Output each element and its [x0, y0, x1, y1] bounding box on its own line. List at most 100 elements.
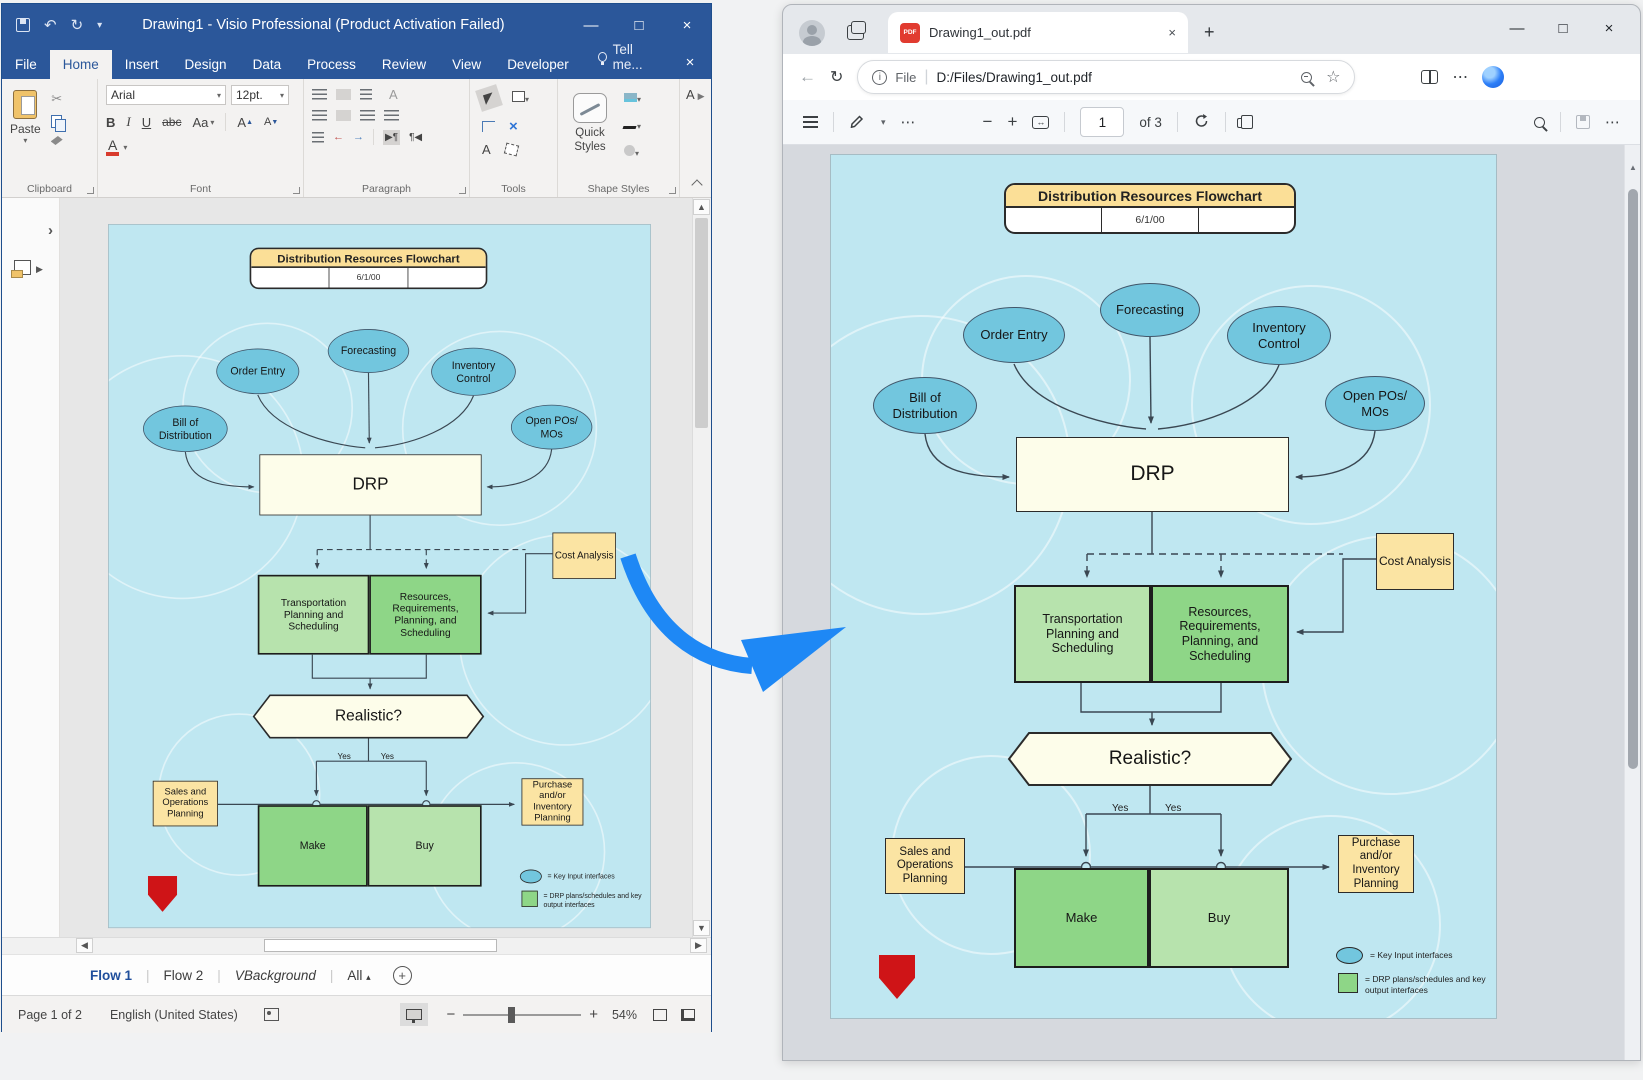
status-page-indicator[interactable]: Page 1 of 2 [18, 1008, 82, 1022]
node-make[interactable]: Make [258, 805, 368, 886]
status-language[interactable]: English (United States) [110, 1008, 238, 1022]
undo-icon[interactable]: ↶ [44, 16, 57, 34]
profile-avatar[interactable] [799, 20, 825, 46]
node-forecasting[interactable]: Forecasting [328, 329, 409, 373]
format-painter-icon[interactable] [51, 136, 63, 145]
visio-canvas[interactable]: Distribution Resources Flowchart 6/1/00 … [60, 198, 692, 937]
align-right-icon[interactable] [360, 110, 375, 121]
address-bar[interactable]: i File | D:/Files/Drawing1_out.pdf ☆ [857, 60, 1355, 94]
node-transportation[interactable]: Transportation Planning and Scheduling [1014, 585, 1151, 683]
browser-tab[interactable]: PDF Drawing1_out.pdf × [888, 12, 1188, 53]
node-bill-of-distribution[interactable]: Bill of Distribution [873, 377, 977, 434]
pen-dropdown-icon[interactable]: ▾ [881, 117, 886, 128]
stencil-expand-icon[interactable]: ▶ [36, 264, 43, 275]
tab-design[interactable]: Design [172, 50, 240, 79]
strikethrough-button[interactable]: abc [162, 115, 181, 129]
maximize-button[interactable]: □ [1540, 11, 1586, 45]
font-dialog-launcher[interactable] [293, 187, 300, 194]
paste-button[interactable]: Paste ▾ [10, 90, 41, 145]
node-cost-analysis[interactable]: Cost Analysis [1376, 533, 1454, 590]
site-info-icon[interactable]: i [872, 70, 887, 85]
close-button[interactable]: × [1586, 11, 1632, 45]
toc-icon[interactable] [803, 116, 818, 128]
url-text[interactable]: D:/Files/Drawing1_out.pdf [937, 70, 1294, 85]
font-size-combobox[interactable]: 12pt.▾ [231, 85, 289, 105]
pdf-zoom-in-icon[interactable]: + [1007, 112, 1017, 132]
text-rotate-icon[interactable]: A [389, 87, 398, 102]
shrink-font-button[interactable]: A▼ [264, 116, 278, 128]
fill-color-button[interactable]: ▾ [624, 89, 641, 107]
node-transportation[interactable]: Transportation Planning and Scheduling [258, 575, 370, 655]
node-buy[interactable]: Buy [368, 805, 482, 886]
annotate-more-icon[interactable]: ⋯ [901, 113, 916, 131]
expand-shapes-icon[interactable]: › [48, 222, 53, 239]
pdf-vertical-scrollbar[interactable]: ▲ [1624, 145, 1640, 1061]
hscroll-thumb[interactable] [264, 939, 497, 952]
copilot-icon[interactable] [1482, 66, 1504, 88]
node-sales-operations[interactable]: Sales and Operations Planning [153, 781, 218, 827]
node-order-entry[interactable]: Order Entry [216, 349, 299, 395]
node-cost-analysis[interactable]: Cost Analysis [552, 533, 615, 579]
overflow-a-icon[interactable]: A [686, 87, 694, 102]
align-left-icon[interactable] [312, 110, 327, 121]
page-tab-vbackground[interactable]: VBackground [235, 968, 316, 983]
tab-close-icon[interactable]: × [1168, 25, 1176, 40]
pdf-zoom-out-icon[interactable]: − [983, 112, 993, 132]
switch-windows-icon[interactable] [681, 1009, 695, 1021]
settings-more-icon[interactable]: ⋯ [1452, 67, 1468, 87]
rotate-icon[interactable] [1193, 113, 1210, 132]
effects-button[interactable]: ▾ [624, 143, 641, 161]
tell-me-box[interactable]: Tell me... [588, 35, 669, 79]
tab-process[interactable]: Process [294, 50, 369, 79]
visio-vertical-scrollbar[interactable]: ▲ ▼ [692, 198, 711, 937]
font-color-button[interactable]: A [106, 138, 119, 156]
ltr-direction-icon[interactable]: ▶¶ [383, 130, 400, 145]
zoom-in-icon[interactable]: + [589, 1006, 598, 1023]
draw-pen-icon[interactable] [849, 113, 866, 131]
pdf-scroll-up-icon[interactable]: ▲ [1629, 163, 1637, 172]
font-name-combobox[interactable]: Arial▾ [106, 85, 226, 105]
node-resources[interactable]: Resources, Requirements, Planning, and S… [1151, 585, 1289, 683]
tab-file[interactable]: File [2, 50, 50, 79]
tab-view[interactable]: View [439, 50, 494, 79]
copy-icon[interactable] [51, 115, 62, 128]
align-middle-icon[interactable] [336, 89, 351, 100]
rtl-direction-icon[interactable]: ¶◀ [409, 132, 422, 143]
zoom-level[interactable]: 54% [612, 1008, 637, 1022]
fit-page-icon[interactable] [653, 1009, 667, 1021]
stencil-icon[interactable] [14, 260, 31, 275]
node-purchase-inventory[interactable]: Purchase and/or Inventory Planning [522, 778, 584, 825]
scroll-up-icon[interactable]: ▲ [693, 199, 710, 215]
node-drp[interactable]: DRP [1016, 437, 1289, 512]
tab-developer[interactable]: Developer [494, 50, 582, 79]
overflow-expand-icon[interactable]: ▶ [698, 91, 705, 101]
change-case-button[interactable]: Aa▾ [192, 115, 214, 130]
fit-width-icon[interactable]: ↔ [1032, 116, 1049, 129]
page-tab-flow1[interactable]: Flow 1 [90, 968, 132, 983]
align-top-icon[interactable] [312, 89, 327, 100]
rectangle-tool-icon[interactable]: ▾ [512, 89, 529, 107]
node-open-pos-mos[interactable]: Open POs/ MOs [1325, 376, 1425, 431]
justify-icon[interactable] [384, 110, 399, 121]
tab-home[interactable]: Home [50, 50, 112, 79]
node-drp[interactable]: DRP [259, 454, 481, 515]
node-inventory-control[interactable]: Inventory Control [1227, 306, 1331, 365]
flowchart-title-banner[interactable]: Distribution Resources Flowchart 6/1/00 [250, 248, 488, 290]
clipboard-dialog-launcher[interactable] [87, 187, 94, 194]
pdf-page-input[interactable] [1080, 107, 1124, 137]
tab-insert[interactable]: Insert [112, 50, 172, 79]
qat-customize-icon[interactable]: ▾ [97, 20, 102, 31]
scroll-down-icon[interactable]: ▼ [693, 920, 710, 936]
flowchart-title-banner[interactable]: Distribution Resources Flowchart 6/1/00 [1004, 183, 1296, 234]
node-bill-of-distribution[interactable]: Bill of Distribution [143, 406, 228, 452]
presentation-mode-icon[interactable] [406, 1009, 422, 1020]
redo-icon[interactable]: ↻ [71, 16, 84, 34]
pdf-viewer[interactable]: Distribution Resources Flowchart 6/1/00 … [783, 145, 1640, 1061]
visio-horizontal-scrollbar[interactable]: ◀ ▶ [2, 937, 711, 954]
node-open-pos-mos[interactable]: Open POs/ MOs [511, 405, 592, 450]
shape-styles-dialog-launcher[interactable] [669, 187, 676, 194]
node-forecasting[interactable]: Forecasting [1100, 283, 1200, 337]
paragraph-dialog-launcher[interactable] [459, 187, 466, 194]
tab-data[interactable]: Data [240, 50, 295, 79]
pdf-save-icon[interactable] [1576, 115, 1590, 129]
